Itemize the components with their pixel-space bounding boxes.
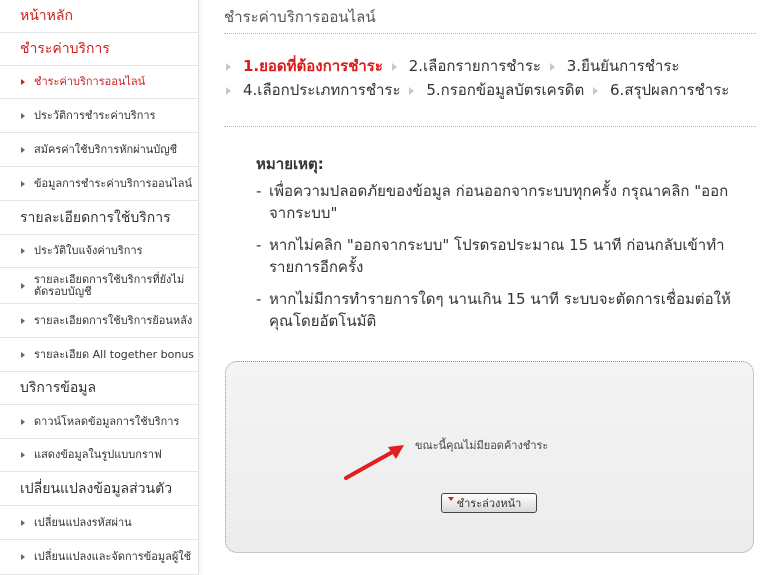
sidebar-item-change-password[interactable]: เปลี่ยนแปลงรหัสผ่าน [0, 506, 198, 540]
sidebar-section-usage[interactable]: รายละเอียดการใช้บริการ [0, 201, 198, 235]
step-2: 2.เลือกรายการชำระ [388, 57, 541, 75]
bullet-icon [21, 146, 25, 153]
step-label: 4.เลือกประเภทการชำระ [243, 81, 401, 99]
arrow-right-icon [226, 86, 231, 95]
caret-down-icon [448, 497, 454, 501]
bullet-icon [21, 351, 25, 358]
sidebar-item-past-usage[interactable]: รายละเอียดการใช้บริการย้อนหลัง [0, 304, 198, 338]
note-item: - หากไม่มีการทำรายการใดๆ นานเกิน 15 นาที… [256, 288, 746, 332]
status-panel [225, 361, 754, 553]
sidebar-item-manage-user[interactable]: เปลี่ยนแปลงและจัดการข้อมูลผู้ใช้ [0, 540, 198, 575]
arrow-right-icon [409, 86, 415, 95]
sidebar-item-label: สมัครค่าใช้บริการหักผ่านบัญชี [34, 142, 178, 156]
divider [224, 126, 756, 127]
sidebar-item-label: หน้าหลัก [20, 8, 73, 24]
step-4: 4.เลือกประเภทการชำระ [222, 81, 401, 99]
red-arrow-icon [344, 445, 404, 480]
bullet-icon [21, 248, 25, 254]
bullet-icon [21, 282, 25, 289]
note-text: หากไม่มีการทำรายการใดๆ นานเกิน 15 นาที ร… [269, 290, 731, 330]
sidebar-item-unbilled-usage[interactable]: รายละเอียดการใช้บริการที่ยังไม่ตัดรอบบัญ… [0, 268, 198, 304]
sidebar-item-direct-debit[interactable]: สมัครค่าใช้บริการหักผ่านบัญชี [0, 133, 198, 167]
arrow-right-icon [549, 62, 555, 71]
bullet-icon [21, 452, 25, 458]
bullet-icon [21, 112, 25, 119]
sidebar-item-label: รายละเอียดการใช้บริการที่ยังไม่ตัดรอบบัญ… [34, 272, 185, 298]
sidebar-item-label: บริการข้อมูล [20, 380, 97, 396]
prepay-button[interactable]: ชำระล่วงหน้า [441, 493, 537, 513]
sidebar-item-graph-view[interactable]: แสดงข้อมูลในรูปแบบกราฟ [0, 439, 198, 472]
sidebar-item-label: เปลี่ยนแปลงข้อมูลส่วนตัว [20, 480, 173, 497]
sidebar-item-label: ชำระค่าบริการ [20, 41, 110, 57]
step-label: 2.เลือกรายการชำระ [408, 57, 541, 75]
sidebar-section-payment[interactable]: ชำระค่าบริการ [0, 33, 198, 66]
sidebar-item-label: รายละเอียดการใช้บริการย้อนหลัง [34, 313, 193, 327]
step-label: 5.กรอกข้อมูลบัตรเครดิต [426, 81, 585, 99]
prepay-button-label: ชำระล่วงหน้า [456, 497, 522, 510]
sidebar-item-bill-history[interactable]: ประวัติใบแจ้งค่าบริการ [0, 235, 198, 268]
step-5: 5.กรอกข้อมูลบัตรเครดิต [405, 81, 584, 99]
step-1: 1.ยอดที่ต้องการชำระ [222, 57, 383, 75]
sidebar-section-data-services[interactable]: บริการข้อมูล [0, 372, 198, 405]
note-item: - เพื่อความปลอดภัยของข้อมูล ก่อนออกจากระ… [256, 180, 746, 224]
sidebar-item-payment-history[interactable]: ประวัติการชำระค่าบริการ [0, 99, 198, 133]
sidebar-item-label: เปลี่ยนแปลงและจัดการข้อมูลผู้ใช้ [34, 550, 192, 563]
sidebar-item-label: ดาวน์โหลดข้อมูลการใช้บริการ [34, 414, 180, 428]
bullet-icon [21, 554, 25, 560]
step-label: 6.สรุปผลการชำระ [610, 81, 730, 99]
step-label: 3.ยืนยันการชำระ [566, 57, 680, 75]
payment-steps: 1.ยอดที่ต้องการชำระ 2.เลือกรายการชำระ 3.… [222, 54, 762, 102]
note-text: หากไม่คลิก "ออกจากระบบ" โปรดรอประมาณ 15 … [269, 236, 725, 276]
bullet-icon [21, 317, 25, 324]
bullet-icon [21, 519, 25, 526]
sidebar-item-online-payment[interactable]: ชำระค่าบริการออนไลน์ [0, 66, 198, 99]
bullet-icon [21, 418, 25, 425]
arrow-right-icon [593, 86, 599, 95]
note-title: หมายเหตุ: [256, 155, 324, 173]
step-label: 1.ยอดที่ต้องการชำระ [243, 57, 383, 75]
status-message: ขณะนี้คุณไม่มียอดค้างชำระ [415, 439, 549, 452]
sidebar-item-label: ประวัติใบแจ้งค่าบริการ [34, 244, 143, 257]
sidebar-item-payment-info[interactable]: ข้อมูลการชำระค่าบริการออนไลน์ [0, 167, 198, 201]
arrow-right-icon [391, 62, 397, 71]
note-item: - หากไม่คลิก "ออกจากระบบ" โปรดรอประมาณ 1… [256, 234, 746, 278]
sidebar: หน้าหลัก ชำระค่าบริการ ชำระค่าบริการออนไ… [0, 0, 199, 575]
sidebar-item-label: รายละเอียดการใช้บริการ [20, 209, 171, 226]
bullet-icon [21, 180, 25, 187]
step-3: 3.ยืนยันการชำระ [546, 57, 680, 75]
sidebar-item-label: แสดงข้อมูลในรูปแบบกราฟ [34, 448, 162, 461]
sidebar-item-download-usage[interactable]: ดาวน์โหลดข้อมูลการใช้บริการ [0, 405, 198, 439]
note-text: เพื่อความปลอดภัยของข้อมูล ก่อนออกจากระบบ… [269, 182, 729, 222]
sidebar-item-label: รายละเอียด All together bonus [34, 347, 195, 361]
arrow-right-icon [226, 62, 231, 71]
sidebar-item-label: ประวัติการชำระค่าบริการ [34, 108, 156, 122]
step-6: 6.สรุปผลการชำระ [589, 81, 729, 99]
sidebar-section-personal-info[interactable]: เปลี่ยนแปลงข้อมูลส่วนตัว [0, 472, 198, 506]
divider [224, 33, 756, 34]
sidebar-item-label: ชำระค่าบริการออนไลน์ [34, 75, 146, 88]
sidebar-item-together-bonus[interactable]: รายละเอียด All together bonus [0, 338, 198, 372]
sidebar-item-label: ข้อมูลการชำระค่าบริการออนไลน์ [34, 176, 193, 190]
bullet-icon [21, 79, 25, 85]
sidebar-item-label: เปลี่ยนแปลงรหัสผ่าน [34, 515, 132, 529]
sidebar-item-home[interactable]: หน้าหลัก [0, 0, 198, 33]
page-title: ชำระค่าบริการออนไลน์ [224, 8, 376, 26]
